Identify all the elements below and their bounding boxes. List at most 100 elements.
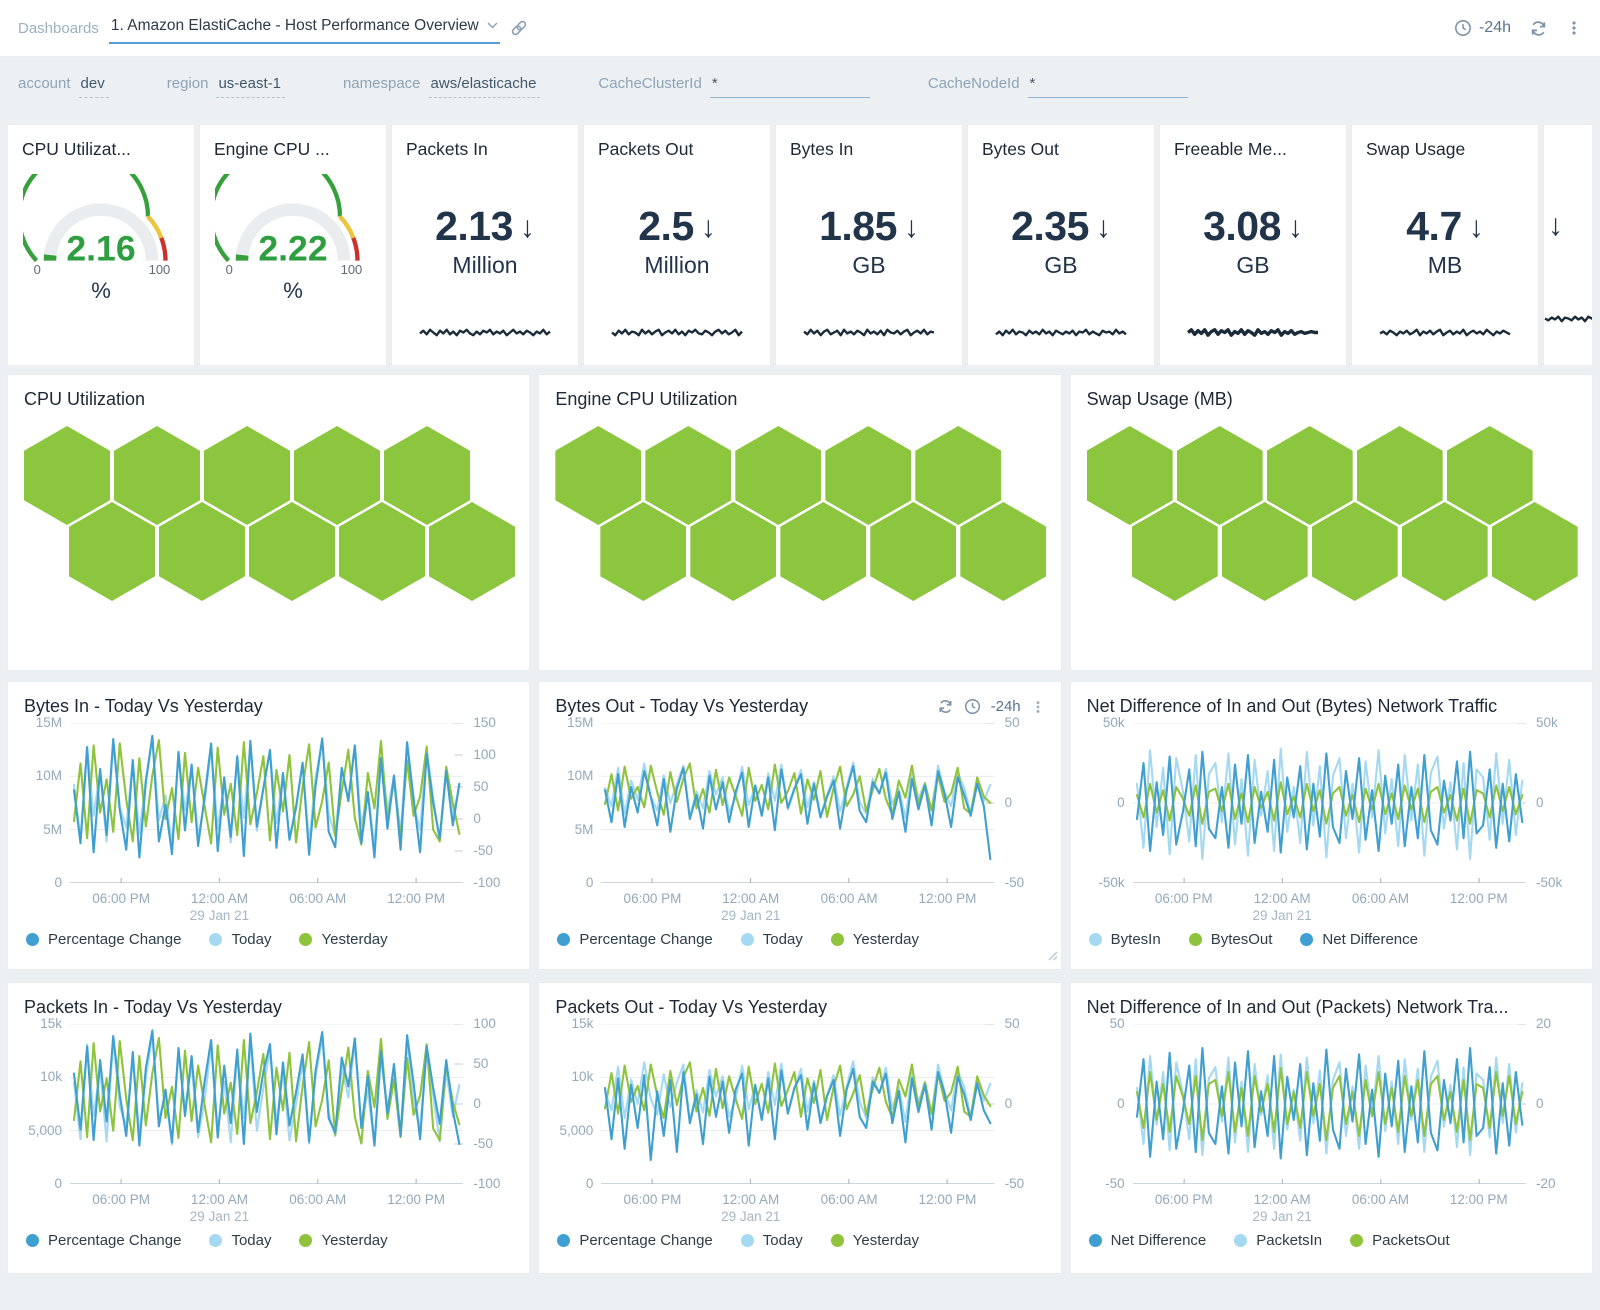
legend-label: Net Difference — [1111, 1232, 1207, 1249]
refresh-icon[interactable] — [1529, 19, 1548, 38]
legend-item[interactable]: Net Difference — [1300, 931, 1418, 948]
legend-item[interactable]: Percentage Change — [26, 1232, 181, 1249]
hexagon[interactable] — [339, 502, 425, 601]
y-axis-tick: 5M — [43, 822, 62, 837]
filter-cachenodeid[interactable]: CacheNodeId * — [928, 75, 1188, 98]
hexagon[interactable] — [690, 502, 776, 601]
kebab-menu-icon[interactable] — [1031, 699, 1045, 715]
x-axis-tick: 12:00 AM — [1254, 891, 1311, 906]
hexagon[interactable] — [1492, 502, 1578, 601]
link-icon[interactable] — [510, 19, 528, 37]
legend-dot-icon — [1089, 1234, 1102, 1247]
panel-bytes-in-chart: Bytes In - Today Vs Yesterday 15M10M5M01… — [8, 682, 529, 969]
hexagon[interactable] — [249, 502, 335, 601]
x-axis-tick: 12:00 PM — [387, 1192, 445, 1207]
filter-account[interactable]: account dev — [18, 75, 109, 98]
chart-plot[interactable] — [1133, 1024, 1526, 1184]
filter-cacheclusterid[interactable]: CacheClusterId * — [598, 75, 869, 98]
hexagon[interactable] — [960, 502, 1046, 601]
hexagon[interactable] — [645, 426, 731, 525]
chart-legend: Percentage Change Today Yesterday — [24, 931, 513, 948]
legend-item[interactable]: Percentage Change — [26, 931, 181, 948]
legend-item[interactable]: Percentage Change — [557, 931, 712, 948]
legend-dot-icon — [741, 1234, 754, 1247]
refresh-icon[interactable] — [937, 698, 954, 715]
hexagon[interactable] — [1132, 502, 1218, 601]
chart-plot[interactable] — [70, 1024, 463, 1184]
chart-time-range[interactable]: -24h — [991, 698, 1021, 715]
time-range-control[interactable]: -24h — [1454, 19, 1511, 37]
chart-legend: Percentage Change Today Yesterday — [555, 931, 1044, 948]
chart-plot[interactable] — [70, 723, 463, 883]
dashboard-title-dropdown[interactable]: 1. Amazon ElastiCache - Host Performance… — [109, 13, 500, 44]
filter-account-value[interactable]: dev — [79, 75, 109, 98]
hexagon[interactable] — [825, 426, 911, 525]
trend-down-icon: ↓ — [701, 211, 716, 245]
panel-engine-cpu-utilization: Engine CPU Utilization — [539, 375, 1060, 670]
time-range-label: -24h — [1479, 19, 1511, 37]
legend-dot-icon — [1189, 933, 1202, 946]
hexagon[interactable] — [429, 502, 515, 601]
hexagon[interactable] — [1267, 426, 1353, 525]
kpi-unit: GB — [1044, 252, 1077, 279]
hexagon[interactable] — [780, 502, 866, 601]
legend-item[interactable]: Today — [741, 1232, 803, 1249]
sparkline — [1544, 313, 1592, 327]
hexagon[interactable] — [735, 426, 821, 525]
legend-item[interactable]: Yesterday — [831, 1232, 919, 1249]
chart-controls: -24h — [937, 696, 1045, 715]
hexagon[interactable] — [69, 502, 155, 601]
hexagon[interactable] — [294, 426, 380, 525]
chart-plot[interactable] — [1133, 723, 1526, 883]
legend-item[interactable]: Today — [209, 1232, 271, 1249]
legend-item[interactable]: Today — [741, 931, 803, 948]
hexagon[interactable] — [1312, 502, 1398, 601]
hexagon[interactable] — [555, 426, 641, 525]
y2-axis-tick: 50 — [473, 1056, 488, 1071]
hexagon[interactable] — [204, 426, 290, 525]
kebab-menu-icon[interactable] — [1566, 19, 1582, 37]
filter-cachenodeid-value[interactable]: * — [1028, 75, 1188, 98]
hexagon[interactable] — [1222, 502, 1308, 601]
hexagon[interactable] — [1357, 426, 1443, 525]
legend-item[interactable]: Net Difference — [1089, 1232, 1207, 1249]
y-axis-tick: -50 — [1105, 1176, 1125, 1191]
legend-item[interactable]: PacketsIn — [1234, 1232, 1322, 1249]
legend-item[interactable]: BytesIn — [1089, 931, 1161, 948]
hexagon[interactable] — [915, 426, 1001, 525]
hexagon[interactable] — [600, 502, 686, 601]
svg-text:2.16: 2.16 — [66, 229, 135, 269]
legend-item[interactable]: Today — [209, 931, 271, 948]
hexagon[interactable] — [1402, 502, 1488, 601]
hexagon[interactable] — [24, 426, 110, 525]
filter-cacheclusterid-value[interactable]: * — [710, 75, 870, 98]
legend-item[interactable]: PacketsOut — [1350, 1232, 1450, 1249]
legend-item[interactable]: Yesterday — [831, 931, 919, 948]
honeycomb-row: CPU Utilization Engine CPU Utilization S… — [8, 375, 1592, 670]
chart-packets-out: 15k10k5,0000500-5006:00 PM12:00 AM29 Jan… — [555, 1024, 1044, 1249]
clock-icon[interactable] — [964, 698, 981, 715]
chart-plot[interactable] — [601, 723, 994, 883]
x-axis-tick: 12:00 PM — [1450, 1192, 1508, 1207]
hexagon[interactable] — [870, 502, 956, 601]
hexagon[interactable] — [1177, 426, 1263, 525]
legend-item[interactable]: Yesterday — [299, 931, 387, 948]
filter-namespace[interactable]: namespace aws/elasticache — [343, 75, 540, 98]
y2-axis-tick: 100 — [473, 1016, 496, 1031]
filter-region-value[interactable]: us-east-1 — [216, 75, 285, 98]
y-axis-tick: 5,000 — [28, 1123, 62, 1138]
hexagon[interactable] — [384, 426, 470, 525]
resize-handle[interactable] — [1047, 948, 1058, 966]
legend-item[interactable]: BytesOut — [1189, 931, 1273, 948]
breadcrumb[interactable]: Dashboards — [18, 20, 99, 37]
hexagon[interactable] — [1447, 426, 1533, 525]
hexagon[interactable] — [114, 426, 200, 525]
chart-plot[interactable] — [601, 1024, 994, 1184]
filter-namespace-value[interactable]: aws/elasticache — [429, 75, 541, 98]
hexagon[interactable] — [159, 502, 245, 601]
x-axis-tick: 06:00 AM — [289, 1192, 346, 1207]
legend-item[interactable]: Yesterday — [299, 1232, 387, 1249]
filter-region[interactable]: region us-east-1 — [167, 75, 285, 98]
hexagon[interactable] — [1087, 426, 1173, 525]
legend-item[interactable]: Percentage Change — [557, 1232, 712, 1249]
